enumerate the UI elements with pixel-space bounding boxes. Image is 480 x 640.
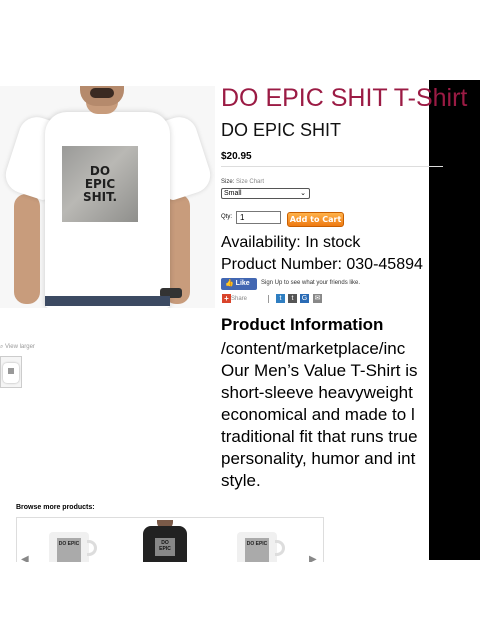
- size-chart-link[interactable]: Size Chart: [236, 179, 264, 185]
- dark-tee-print: DO EPIC: [155, 538, 175, 556]
- black-overlay-bar: [429, 80, 480, 560]
- model-arm-left: [14, 194, 40, 304]
- info-line: short-sleeve heavyweight: [221, 383, 413, 402]
- info-line: personality, humor and int: [221, 449, 416, 468]
- qty-label: Qty:: [221, 214, 233, 220]
- email-icon[interactable]: ✉: [313, 294, 322, 303]
- design-name: DO EPIC SHIT: [221, 120, 342, 140]
- size-selected-value: Small: [224, 190, 242, 197]
- info-line: Our Men’s Value T-Shirt is: [221, 361, 418, 380]
- size-label-row: Size: Size Chart: [221, 179, 264, 185]
- add-to-cart-button[interactable]: Add to Cart: [287, 212, 344, 227]
- print-line-1: DO: [89, 163, 111, 178]
- social-divider: [268, 295, 269, 303]
- print-line-2: EPIC: [84, 176, 116, 191]
- carousel-next-icon[interactable]: ▶: [309, 554, 317, 562]
- info-line: style.: [221, 471, 261, 490]
- info-line: economical and made to l: [221, 405, 415, 424]
- thumbnail-shirt: [3, 363, 19, 383]
- size-label: Size:: [221, 179, 235, 185]
- divider: [221, 166, 443, 167]
- product-info-heading: Product Information: [221, 315, 384, 334]
- info-line: traditional fit that runs true: [221, 427, 418, 446]
- carousel-prev-icon[interactable]: ◀: [21, 554, 29, 562]
- view-larger-label: View larger: [5, 344, 35, 350]
- twitter-icon[interactable]: t: [276, 294, 285, 303]
- view-larger-link[interactable]: ⌕ View larger: [0, 344, 35, 351]
- info-line: /content/marketplace/inc: [221, 339, 406, 358]
- product-photo[interactable]: DO EPIC SHIT.: [0, 86, 215, 308]
- thumbs-up-icon: 👍: [225, 280, 234, 287]
- mug-print: DO EPIC: [57, 538, 81, 562]
- mug-handle: [275, 540, 285, 556]
- model-jeans: [45, 296, 170, 306]
- share-label[interactable]: Share: [231, 296, 247, 302]
- like-signup-prompt[interactable]: Sign Up to see what your friends like.: [261, 280, 360, 286]
- browse-item-mug-2[interactable]: DO EPIC: [237, 532, 285, 562]
- browse-item-dark-tee[interactable]: DO EPIC: [143, 526, 187, 562]
- print-line-3: SHIT.: [82, 189, 118, 204]
- browse-more-label: Browse more products:: [16, 504, 95, 511]
- size-select[interactable]: Small ⌄: [221, 188, 310, 199]
- browse-item-mug[interactable]: DO EPIC: [49, 532, 97, 562]
- google-icon[interactable]: G: [300, 294, 309, 303]
- chevron-down-icon: ⌄: [300, 190, 306, 197]
- browse-carousel: ◀ DO EPIC DO EPIC DO EPIC ▶: [16, 517, 324, 562]
- share-plus-icon[interactable]: +: [222, 294, 231, 303]
- thumbnail-print: [8, 368, 14, 374]
- product-thumbnail[interactable]: [0, 356, 22, 388]
- qty-input[interactable]: 1: [236, 211, 281, 224]
- product-number: Product Number: 030-45894: [221, 256, 423, 273]
- model-beard: [90, 88, 114, 98]
- product-title: DO EPIC SHIT T-Shirt: [221, 84, 468, 112]
- mug-handle: [87, 540, 97, 556]
- facebook-like-button[interactable]: 👍 Like: [221, 278, 257, 290]
- tumblr-icon[interactable]: t: [288, 294, 297, 303]
- shirt-print-design: DO EPIC SHIT.: [62, 146, 138, 222]
- product-price: $20.95: [221, 151, 252, 162]
- mug-print: DO EPIC: [245, 538, 269, 562]
- availability-text: Availability: In stock: [221, 234, 361, 251]
- like-label: Like: [235, 280, 250, 287]
